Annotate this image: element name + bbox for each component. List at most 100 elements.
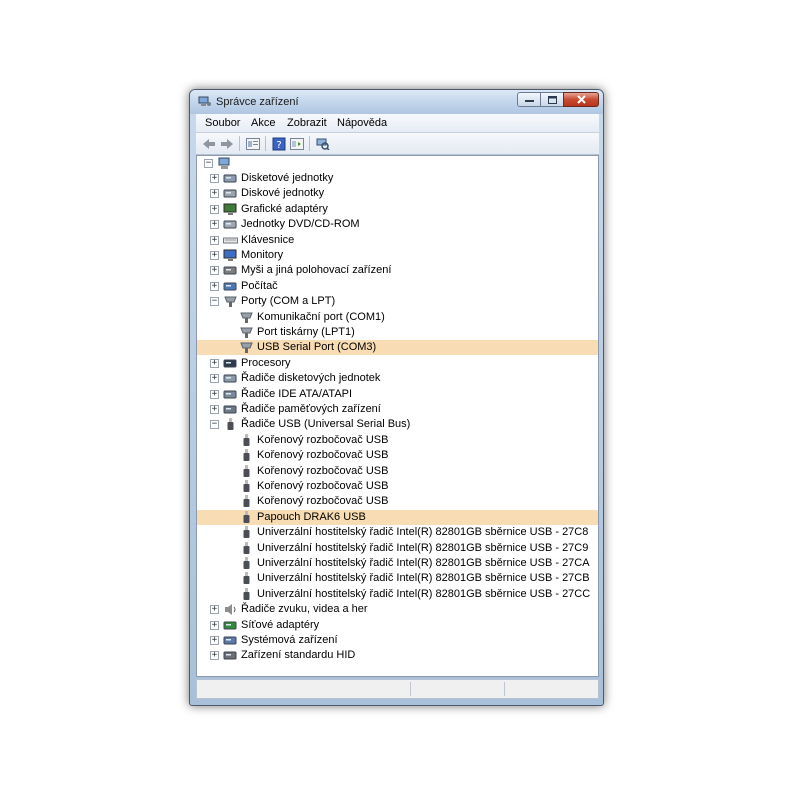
expand-toggle[interactable]: + bbox=[210, 620, 219, 630]
tree-item[interactable]: + Řadiče IDE ATA/ATAPI bbox=[197, 387, 598, 402]
title-bar[interactable]: Správce zařízení bbox=[190, 90, 603, 114]
tree-item[interactable]: + Procesory bbox=[197, 356, 598, 371]
tree-item[interactable]: Komunikační port (COM1) bbox=[197, 310, 598, 325]
svg-text:?: ? bbox=[276, 140, 281, 151]
menu-zobrazit[interactable]: Zobrazit bbox=[287, 117, 327, 129]
tree-item-label: Klávesnice bbox=[241, 233, 295, 246]
menu-soubor[interactable]: Soubor bbox=[205, 117, 240, 129]
tree-item-label: Zařízení standardu HID bbox=[241, 649, 356, 662]
maximize-icon bbox=[547, 95, 557, 104]
usb-icon bbox=[243, 526, 250, 539]
tree-item-label: Kořenový rozbočovač USB bbox=[257, 449, 389, 462]
toolbar-separator bbox=[239, 136, 240, 151]
tree-item[interactable]: + Klávesnice bbox=[197, 233, 598, 248]
toolbar-separator bbox=[309, 136, 310, 151]
tree-item[interactable]: + Počítač bbox=[197, 279, 598, 294]
mouse-icon bbox=[223, 266, 237, 275]
status-divider bbox=[504, 682, 505, 696]
expand-toggle[interactable]: + bbox=[210, 358, 219, 368]
expand-toggle[interactable]: + bbox=[210, 636, 219, 645]
expand-toggle[interactable]: + bbox=[210, 389, 219, 399]
status-divider bbox=[410, 682, 411, 696]
scan-hardware-button[interactable] bbox=[315, 136, 331, 151]
properties-icon bbox=[290, 137, 304, 150]
expand-toggle[interactable]: + bbox=[210, 204, 219, 214]
expand-toggle[interactable]: + bbox=[210, 374, 219, 384]
dvd-drive-icon bbox=[223, 220, 237, 229]
expand-toggle[interactable]: + bbox=[210, 605, 219, 615]
minimize-button[interactable] bbox=[517, 92, 541, 107]
forward-button[interactable] bbox=[219, 136, 235, 151]
tree-item[interactable]: Papouch DRAK6 USB bbox=[197, 509, 598, 525]
tree-item[interactable]: Kořenový rozbočovač USB bbox=[197, 494, 598, 509]
close-button[interactable] bbox=[563, 92, 599, 107]
tree-item[interactable]: + Jednotky DVD/CD-ROM bbox=[197, 217, 598, 232]
expand-toggle[interactable]: + bbox=[210, 651, 219, 661]
tree-item-label: Monitory bbox=[241, 249, 284, 261]
expand-toggle[interactable]: + bbox=[210, 174, 219, 183]
expand-toggle[interactable]: + bbox=[210, 281, 219, 291]
status-bar bbox=[196, 679, 599, 699]
usb-icon bbox=[243, 587, 250, 600]
expand-toggle[interactable]: + bbox=[210, 266, 219, 276]
floppy-controller-icon bbox=[223, 374, 237, 383]
collapse-toggle[interactable]: − bbox=[210, 420, 219, 430]
tree-item[interactable]: Port tiskárny (LPT1) bbox=[197, 325, 598, 340]
tree-item[interactable]: − Porty (COM a LPT) bbox=[197, 294, 598, 309]
expand-toggle[interactable]: + bbox=[210, 251, 219, 260]
device-tree[interactable]: − + Disketové jednotky + Diskové jednotky + G… bbox=[196, 155, 599, 677]
collapse-toggle[interactable]: − bbox=[204, 159, 213, 168]
expand-toggle[interactable]: + bbox=[210, 235, 219, 245]
usb-icon bbox=[243, 557, 250, 569]
tree-item[interactable]: + Síťové adaptéry bbox=[197, 618, 598, 633]
tree-item[interactable]: Univerzální hostitelský řadič Intel(R) 8… bbox=[197, 541, 598, 556]
tree-item[interactable]: Univerzální hostitelský řadič Intel(R) 8… bbox=[197, 525, 598, 540]
tree-item[interactable]: − Řadiče USB (Universal Serial Bus) bbox=[197, 417, 598, 432]
tree-item[interactable]: + Systémová zařízení bbox=[197, 633, 598, 648]
maximize-button[interactable] bbox=[540, 92, 564, 107]
hard-disk-icon bbox=[223, 189, 237, 198]
view-tree-button[interactable] bbox=[245, 136, 261, 151]
window-title: Správce zařízení bbox=[216, 96, 299, 108]
tree-item[interactable]: Univerzální hostitelský řadič Intel(R) 8… bbox=[197, 587, 598, 602]
expand-toggle[interactable]: + bbox=[210, 405, 219, 414]
usb-icon bbox=[243, 449, 250, 462]
tree-item[interactable]: USB Serial Port (COM3) bbox=[197, 340, 598, 356]
tree-root-row[interactable]: − bbox=[197, 156, 598, 171]
help-button[interactable]: ? bbox=[271, 136, 287, 151]
usb-icon bbox=[243, 541, 250, 554]
tree-item[interactable]: + Řadiče paměťových zařízení bbox=[197, 402, 598, 417]
network-adapter-icon bbox=[223, 621, 237, 630]
tree-item[interactable]: Kořenový rozbočovač USB bbox=[197, 448, 598, 463]
usb-icon bbox=[243, 510, 250, 523]
tree-item[interactable]: + Diskové jednotky bbox=[197, 186, 598, 201]
menu-akce[interactable]: Akce bbox=[251, 117, 275, 129]
toolbar-separator bbox=[265, 136, 266, 151]
tree-item-label: Kořenový rozbočovač USB bbox=[257, 495, 389, 508]
storage-controller-icon bbox=[223, 405, 237, 414]
tree-item[interactable]: Kořenový rozbočovač USB bbox=[197, 433, 598, 448]
menu-napoveda[interactable]: Nápověda bbox=[337, 117, 387, 129]
tree-item[interactable]: + Monitory bbox=[197, 248, 598, 263]
tree-item-label: Počítač bbox=[241, 279, 278, 292]
device-manager-window: Správce zařízení Soubor Akce Zobrazit Ná… bbox=[189, 89, 604, 706]
tree-item[interactable]: Univerzální hostitelský řadič Intel(R) 8… bbox=[197, 556, 598, 571]
tree-item[interactable]: + Myši a jiná polohovací zařízení bbox=[197, 263, 598, 278]
back-button[interactable] bbox=[201, 136, 217, 151]
tree-item[interactable]: + Disketové jednotky bbox=[197, 171, 598, 186]
tree-item[interactable]: + Řadiče disketových jednotek bbox=[197, 371, 598, 386]
tree-item[interactable]: + Zařízení standardu HID bbox=[197, 648, 598, 663]
collapse-toggle[interactable]: − bbox=[210, 297, 219, 307]
expand-toggle[interactable]: + bbox=[210, 189, 219, 199]
tree-item-label: Papouch DRAK6 USB bbox=[257, 510, 366, 523]
tree-item[interactable]: + Grafické adaptéry bbox=[197, 202, 598, 217]
tree-item[interactable]: Univerzální hostitelský řadič Intel(R) 8… bbox=[197, 571, 598, 586]
tree-item-label: Řadiče zvuku, videa a her bbox=[241, 603, 368, 616]
properties-button[interactable] bbox=[289, 136, 305, 151]
expand-toggle[interactable]: + bbox=[210, 220, 219, 230]
tree-item-label: Kořenový rozbočovač USB bbox=[257, 480, 389, 492]
tree-item[interactable]: Kořenový rozbočovač USB bbox=[197, 479, 598, 494]
tree-item-label: Kořenový rozbočovač USB bbox=[257, 433, 389, 446]
tree-item[interactable]: Kořenový rozbočovač USB bbox=[197, 464, 598, 479]
tree-item[interactable]: + Řadiče zvuku, videa a her bbox=[197, 602, 598, 617]
